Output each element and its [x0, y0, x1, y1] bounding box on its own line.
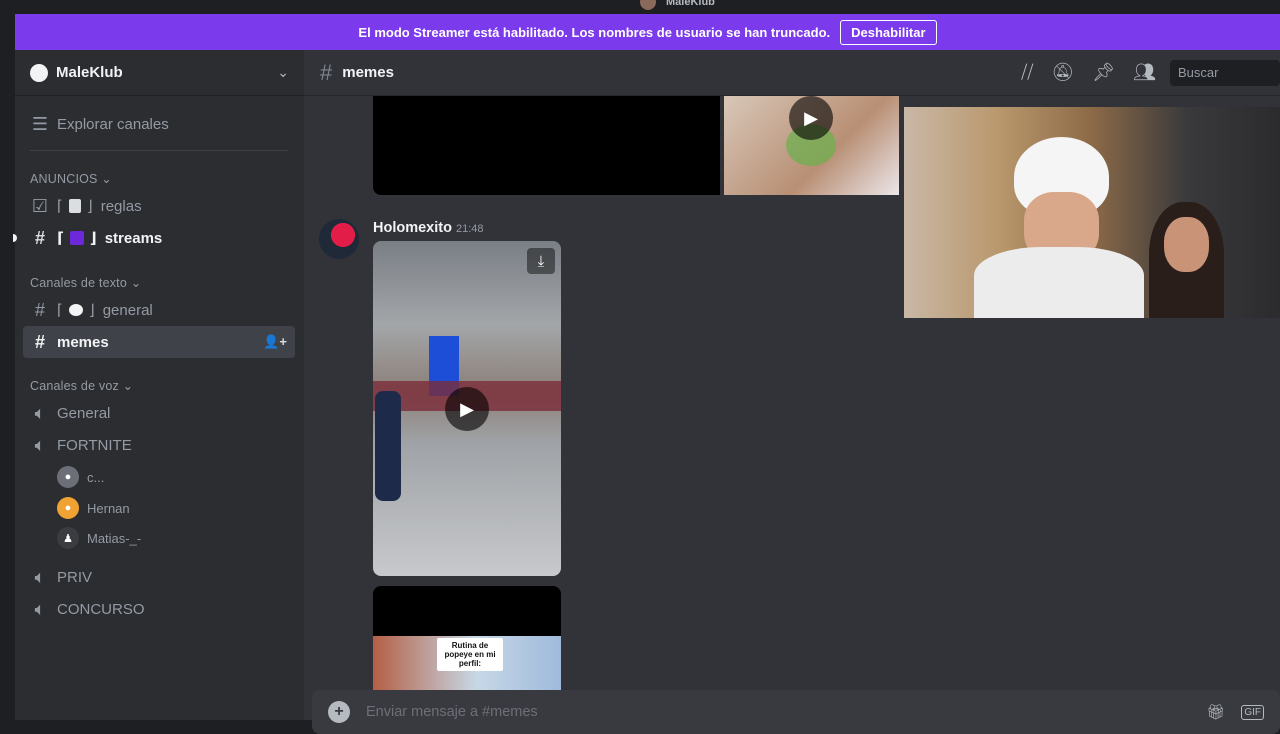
chevron-down-icon: ⌄ — [277, 64, 289, 80]
server-name: MaleKlub — [56, 64, 123, 81]
rules-icon: ☑ — [31, 195, 49, 216]
speaker-icon: 🔈︎ — [34, 402, 46, 423]
members-icon[interactable]: 👥︎ — [1133, 62, 1156, 83]
voice-channel-general[interactable]: 🔈︎ General — [23, 397, 295, 429]
channel-label: FORTNITE — [57, 436, 132, 454]
channel-sidebar: MaleKlub ⌄ ☰ Explorar canales ANUNCIOS ⌄… — [13, 50, 304, 720]
channel-label: General — [57, 404, 111, 422]
bracket-icon: ⌋ — [89, 230, 97, 247]
disable-streamer-button[interactable]: Deshabilitar — [840, 19, 937, 45]
notifications-muted-icon[interactable]: 🔕︎ — [1051, 62, 1074, 83]
channel-title: memes — [342, 64, 394, 81]
unread-indicator — [13, 234, 17, 242]
window-title: MaleKlub — [666, 0, 715, 8]
video-overlay-caption: Rutina de popeye en mi perfil: — [437, 638, 503, 671]
hash-icon: # — [34, 227, 45, 248]
header-toolbar: ⧸⧸ 🔕︎ 📌︎ 👥︎ — [1021, 62, 1156, 83]
category-voice[interactable]: Canales de voz ⌄ — [30, 378, 133, 393]
banner-text: El modo Streamer está habilitado. Los no… — [358, 24, 831, 40]
webcam-overlay — [904, 107, 1280, 318]
divider — [30, 150, 288, 151]
video-attachment[interactable]: Rutina de popeye en mi perfil: — [373, 586, 561, 690]
speaker-icon: 🔈︎ — [34, 598, 46, 619]
speech-bubble-icon — [68, 304, 83, 316]
video-attachment[interactable]: ▶ — [373, 241, 561, 576]
video-attachment[interactable] — [373, 96, 720, 195]
channel-general[interactable]: # ⌈ ⌋ general — [23, 294, 295, 326]
hash-icon: # — [34, 331, 45, 352]
play-icon[interactable]: ▶ — [789, 96, 833, 140]
explore-channels[interactable]: ☰ Explorar canales — [23, 108, 295, 140]
search-input[interactable]: Buscar — [1170, 59, 1280, 86]
channel-streams[interactable]: # ⌈ ⌋ streams — [23, 222, 295, 254]
guest-face — [1164, 217, 1209, 272]
streamer-shirt — [974, 247, 1144, 318]
bracket-icon: ⌋ — [88, 302, 95, 319]
hash-icon: # — [34, 299, 45, 320]
gif-icon[interactable]: GIF — [1241, 704, 1264, 720]
bracket-icon: ⌈ — [57, 302, 63, 319]
voice-channel-concurso[interactable]: 🔈︎ CONCURSO — [23, 593, 295, 625]
bracket-icon: ⌈ — [57, 198, 63, 215]
locked-speaker-icon: 🔈︎ — [34, 566, 46, 587]
voice-user[interactable]: ● Hernan — [57, 495, 130, 521]
pin-icon[interactable]: 📌︎ — [1092, 62, 1115, 83]
discord-avatar-icon: ● — [57, 466, 79, 488]
voice-user[interactable]: ● c... — [57, 464, 104, 490]
channel-reglas[interactable]: ☑ ⌈ ⌋ reglas — [23, 190, 295, 222]
channel-label: reglas — [100, 197, 142, 215]
category-announcements[interactable]: ANUNCIOS ⌄ — [30, 171, 112, 186]
message-input[interactable]: Enviar mensaje a #memes — [366, 704, 1190, 720]
channel-label: general — [102, 301, 153, 319]
hash-icon: # — [320, 59, 333, 85]
discord-avatar-icon: ● — [57, 497, 79, 519]
gift-icon[interactable]: 🎁︎ — [1206, 703, 1225, 721]
speaker-icon: 🔈︎ — [34, 434, 46, 455]
author-avatar[interactable] — [319, 219, 359, 259]
avatar: ♟ — [57, 527, 79, 549]
channel-label: streams — [104, 229, 163, 247]
channel-header: # memes ⧸⧸ 🔕︎ 📌︎ 👥︎ Buscar — [304, 50, 1280, 96]
page-emoji-icon — [68, 199, 81, 213]
explore-label: Explorar canales — [57, 115, 169, 133]
threads-icon[interactable]: ⧸⧸ — [1021, 62, 1033, 83]
channel-memes[interactable]: # memes 👤+ — [23, 326, 295, 358]
download-icon[interactable]: ⤓ — [527, 248, 555, 274]
message-timestamp: 21:48 — [456, 223, 484, 235]
streamer-mode-banner: El modo Streamer está habilitado. Los no… — [15, 14, 1280, 50]
server-header[interactable]: MaleKlub ⌄ — [15, 50, 304, 96]
channel-label: CONCURSO — [57, 600, 145, 618]
window-titlebar: MaleKlub — [0, 0, 1280, 14]
thumbnail-robot — [375, 391, 401, 501]
play-icon[interactable]: ▶ — [445, 387, 489, 431]
voice-channel-fortnite[interactable]: 🔈︎ FORTNITE — [23, 429, 295, 461]
gamepad-emoji-icon — [69, 231, 84, 245]
bracket-icon: ⌋ — [86, 198, 93, 215]
voice-channel-priv[interactable]: 🔈︎ PRIV — [23, 561, 295, 593]
message-author[interactable]: Holomexito — [373, 220, 452, 236]
message-composer: + Enviar mensaje a #memes 🎁︎ GIF — [312, 690, 1280, 734]
bracket-icon: ⌈ — [57, 230, 64, 247]
server-icon — [30, 63, 48, 82]
list-search-icon: ☰ — [31, 113, 49, 134]
add-member-icon[interactable]: 👤+ — [263, 334, 287, 350]
user-avatar — [640, 0, 656, 10]
channel-label: PRIV — [57, 568, 93, 586]
video-attachment[interactable]: ▶ — [724, 96, 899, 195]
channel-label: memes — [57, 333, 109, 351]
voice-user[interactable]: ♟ Matias-_- — [57, 525, 141, 551]
category-text[interactable]: Canales de texto ⌄ — [30, 275, 141, 290]
